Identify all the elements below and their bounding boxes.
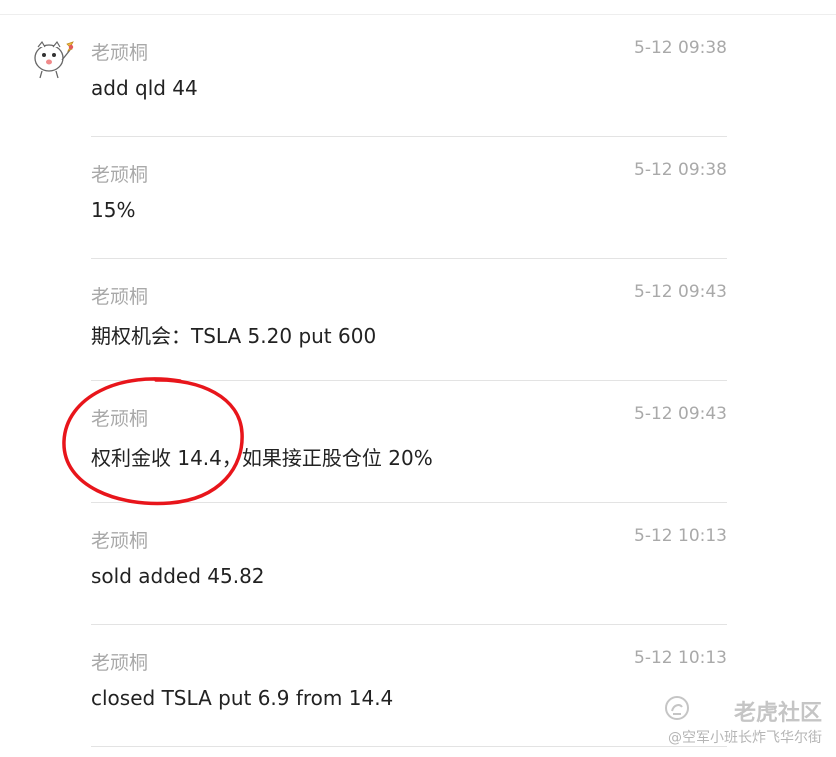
message-item: 老顽桐 5-12 09:38 15% [91, 137, 727, 259]
cartoon-avatar-icon [34, 40, 74, 79]
message-sender[interactable]: 老顽桐 [91, 38, 148, 65]
message-item: 老顽桐 5-12 09:38 add qld 44 [91, 15, 727, 137]
message-timestamp: 5-12 09:43 [634, 404, 727, 424]
message-item: 老顽桐 5-12 10:13 sold added 45.82 [91, 503, 727, 625]
message-text: add qld 44 [91, 76, 198, 100]
message-timestamp: 5-12 10:13 [634, 526, 727, 546]
message-timestamp: 5-12 09:38 [634, 160, 727, 180]
message-text: sold added 45.82 [91, 564, 265, 588]
message-text: 权利金收 14.4，如果接正股仓位 20% [91, 446, 433, 470]
message-timestamp: 5-12 10:13 [634, 648, 727, 668]
message-sender[interactable]: 老顽桐 [91, 526, 148, 553]
message-item: 老顽桐 5-12 09:43 权利金收 14.4，如果接正股仓位 20% [91, 381, 727, 503]
watermark-logo-text: 老虎社区 [733, 701, 822, 726]
avatar[interactable] [30, 38, 78, 82]
message-sender[interactable]: 老顽桐 [91, 160, 148, 187]
message-item: 老顽桐 5-12 10:13 closed TSLA put 6.9 from … [91, 625, 727, 747]
message-text: closed TSLA put 6.9 from 14.4 [91, 686, 394, 710]
message-timestamp: 5-12 09:43 [634, 282, 727, 302]
watermark-username: @空军小班长炸飞华尔街 [668, 730, 822, 746]
message-text: 期权机会：TSLA 5.20 put 600 [91, 324, 377, 348]
watermark: 老虎社区 @空军小班长炸飞华尔街 [642, 693, 822, 749]
message-sender[interactable]: 老顽桐 [91, 404, 148, 431]
message-item: 老顽桐 5-12 09:43 期权机会：TSLA 5.20 put 600 [91, 259, 727, 381]
message-sender[interactable]: 老顽桐 [91, 282, 148, 309]
message-timestamp: 5-12 09:38 [634, 38, 727, 58]
message-divider [91, 746, 727, 747]
message-text: 15% [91, 198, 136, 222]
message-sender[interactable]: 老顽桐 [91, 648, 148, 675]
tiger-logo-icon [665, 696, 689, 720]
